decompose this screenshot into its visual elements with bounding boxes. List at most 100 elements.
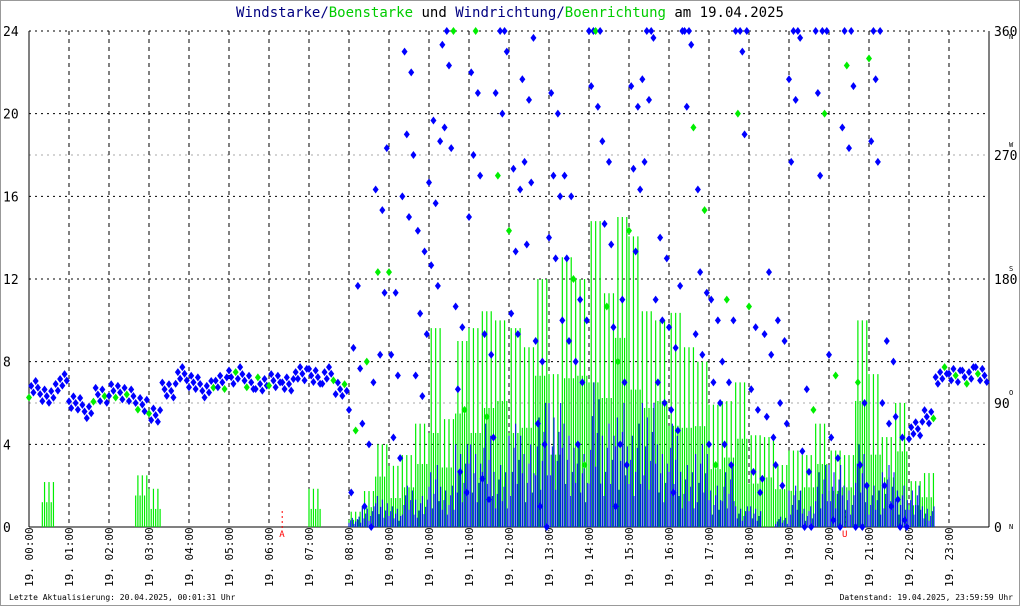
direction-point <box>872 75 879 84</box>
direction-point <box>526 95 532 104</box>
direction-point <box>492 89 499 97</box>
direction-point <box>906 434 912 443</box>
direction-point <box>637 185 644 194</box>
plot-area: 0 4 8 12 16 20 24 19. 00:00 19. 01:00 19. 02:00 19… <box>3 25 1017 587</box>
direction-point <box>577 295 584 304</box>
direction-point <box>752 323 759 332</box>
direction-point <box>699 350 706 359</box>
direction-point <box>77 394 84 403</box>
direction-point <box>412 371 419 380</box>
direction-point <box>559 316 566 325</box>
direction-point <box>448 144 455 153</box>
direction-point <box>672 343 679 352</box>
direction-point <box>797 33 804 42</box>
direction-point <box>597 27 604 35</box>
x-tick-label: 19. 02:00 <box>103 527 116 587</box>
direction-point <box>734 109 741 118</box>
direction-point <box>594 102 601 111</box>
direction-point <box>786 75 792 84</box>
x-tick-label: 19. 18:00 <box>743 527 756 587</box>
direction-point <box>866 54 872 63</box>
x-tick-label: 19. 11:00 <box>463 527 476 587</box>
x-tick-label: 19. 03:00 <box>143 527 156 587</box>
direction-point <box>568 192 575 201</box>
x-tick-label: 19. 15:00 <box>623 527 636 587</box>
direction-point <box>739 47 746 56</box>
direction-point <box>719 357 726 366</box>
direction-point <box>26 393 32 402</box>
direction-point <box>554 109 561 118</box>
direction-point <box>386 268 392 277</box>
direction-point <box>408 68 415 77</box>
direction-point <box>794 27 801 35</box>
direction-letter: N <box>1009 523 1013 531</box>
direction-point <box>652 295 659 304</box>
direction-point <box>414 226 421 235</box>
direction-letter: O <box>1009 389 1013 397</box>
direction-point <box>768 350 775 359</box>
direction-point <box>692 330 699 339</box>
direction-point <box>639 75 646 84</box>
direction-point <box>530 33 537 42</box>
direction-point <box>363 357 370 366</box>
direction-point <box>454 385 461 394</box>
direction-point <box>890 357 897 366</box>
y2-tick-label: 180 <box>994 273 1017 288</box>
y-tick-label: 20 <box>3 108 19 123</box>
x-tick-label: 19. 01:00 <box>63 527 76 587</box>
direction-point <box>446 61 452 70</box>
direction-point <box>634 102 641 111</box>
direction-point <box>877 27 884 35</box>
y2-tick-label: 270 <box>994 149 1017 164</box>
direction-point <box>488 350 495 359</box>
direction-point <box>826 350 832 359</box>
direction-point <box>754 405 761 414</box>
y-tick-label: 24 <box>3 25 19 40</box>
direction-point <box>459 323 466 332</box>
direction-point <box>508 309 515 318</box>
direction-point <box>332 390 339 399</box>
direction-point <box>119 395 126 404</box>
direction-point <box>157 406 164 415</box>
direction-point <box>357 364 364 373</box>
direction-point <box>406 213 412 221</box>
direction-point <box>510 164 517 173</box>
direction-point <box>741 130 748 139</box>
direction-point <box>421 247 428 256</box>
wind-chart: Windstarke/Boenstarke und Windrichtung/B… <box>0 0 1020 606</box>
direction-point <box>472 27 479 35</box>
direction-point <box>381 288 388 297</box>
x-tick-label: 19. 20:00 <box>823 527 836 587</box>
direction-point <box>439 40 446 49</box>
direction-point <box>546 233 552 242</box>
direction-point <box>814 89 821 97</box>
direction-point <box>370 378 377 387</box>
direction-point <box>737 27 744 35</box>
direction-point <box>848 27 855 35</box>
direction-point <box>677 281 684 290</box>
y2-tick-label: 360 <box>994 25 1017 40</box>
direction-point <box>683 102 690 111</box>
direction-point <box>430 116 437 125</box>
direction-point <box>561 171 568 180</box>
direction-point <box>523 240 530 249</box>
direction-point <box>599 137 606 146</box>
direction-point <box>843 61 850 70</box>
direction-point <box>646 95 652 104</box>
direction-point <box>499 109 506 118</box>
sun-marker-label: A <box>279 530 285 540</box>
direction-point <box>39 397 46 406</box>
x-tick-label: 19. 08:00 <box>343 527 356 587</box>
direction-point <box>506 226 512 235</box>
x-tick-label: 19. 05:00 <box>223 527 236 587</box>
x-tick-label: 19. 19:00 <box>783 527 796 587</box>
direction-point <box>874 157 881 166</box>
x-tick-label: 19. 09:00 <box>383 527 396 587</box>
direction-point <box>528 178 535 187</box>
direction-point <box>519 75 526 84</box>
x-tick-label: 19. 17:00 <box>703 527 716 587</box>
y2-tick-label: 0 <box>994 521 1002 536</box>
direction-point <box>892 412 899 421</box>
direction-letter: N <box>1009 33 1013 41</box>
direction-point <box>346 405 352 414</box>
